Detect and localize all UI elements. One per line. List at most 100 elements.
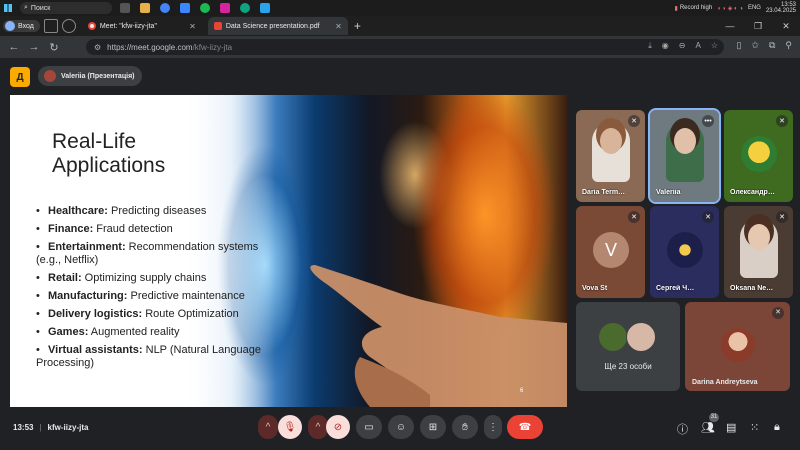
split-screen-icon[interactable]: ▯ xyxy=(736,40,741,51)
bullet-term: Manufacturing: xyxy=(48,290,128,302)
taskbar-search[interactable]: ⌕ Поиск xyxy=(20,2,112,14)
edge-icon[interactable] xyxy=(240,3,250,13)
bullet-term: Delivery logistics: xyxy=(48,308,143,320)
bullet-text: Predictive maintenance xyxy=(127,290,245,302)
new-tab-icon[interactable]: + xyxy=(354,19,361,33)
bullet-continuation: Processing) xyxy=(36,357,95,369)
activities-icon[interactable]: ⁙ xyxy=(750,421,759,434)
instagram-icon[interactable] xyxy=(220,3,230,13)
profile-label: Вход xyxy=(18,22,34,30)
zoom-icon[interactable]: ⊖ xyxy=(679,41,686,51)
minimize-icon[interactable]: — xyxy=(716,16,744,36)
meeting-info: 13:53 | kfw-iizy-jta xyxy=(13,423,88,432)
more-participants-label: Ще 23 особи xyxy=(604,362,652,371)
chrome-icon[interactable] xyxy=(160,3,170,13)
meeting-info-icon[interactable]: ⓘ xyxy=(677,421,688,437)
tray-icons[interactable]: ◖ ◗ ◈ ◐ ◑ xyxy=(717,5,743,12)
close-window-icon[interactable]: ✕ xyxy=(772,16,800,36)
tab-meet[interactable]: Meet: "kfw-iizy-jta" ✕ xyxy=(82,17,202,35)
favorites-icon[interactable]: ✩ xyxy=(751,40,759,51)
file-explorer-icon[interactable] xyxy=(140,3,150,13)
thermometer-icon: ▮ xyxy=(674,5,678,12)
participant-name: Олександр… xyxy=(730,189,775,196)
people-icon[interactable]: 👥︎ xyxy=(701,421,715,434)
camera-off-icon: ⊘ xyxy=(333,421,343,433)
workspaces-icon[interactable] xyxy=(43,19,58,33)
more-options-icon[interactable]: ••• xyxy=(702,115,714,127)
audio-options-button[interactable]: ^ xyxy=(258,415,278,439)
tab-title: Meet: "kfw-iizy-jta" xyxy=(99,22,157,30)
present-button[interactable]: ⊞ xyxy=(420,415,446,439)
bullet-item: Manufacturing: Predictive maintenance xyxy=(36,290,298,303)
chat-icon[interactable]: ▤ xyxy=(726,421,736,434)
participant-tile-active[interactable]: ••• Valeriia xyxy=(648,108,721,204)
participant-tile[interactable]: ✕ Daria Term… xyxy=(576,110,645,202)
back-icon[interactable]: ← xyxy=(4,41,24,53)
telegram-icon[interactable] xyxy=(260,3,270,13)
profile-button[interactable]: Вход xyxy=(3,20,40,32)
camera-toggle-button[interactable]: ⊘ xyxy=(326,415,350,439)
maximize-icon[interactable]: ❐ xyxy=(744,16,772,36)
bookmark-star-icon[interactable]: ☆ xyxy=(711,41,718,51)
mic-off-icon: ✕ xyxy=(776,115,788,127)
more-options-button[interactable]: ⋮ xyxy=(484,415,502,439)
participant-avatar xyxy=(721,328,755,362)
address-bar-row: ← → ↻ ⚙ https://meet.google.com/kfw-iizy… xyxy=(0,36,800,58)
participant-avatar xyxy=(741,136,777,172)
slide-bullet-list: Healthcare: Predicting diseases Finance:… xyxy=(36,205,298,375)
download-icon[interactable]: ⤓ xyxy=(648,41,652,51)
record-indicator[interactable]: ▮ Record high xyxy=(675,5,713,12)
clock[interactable]: 13:53 23.04.2025 xyxy=(766,2,796,14)
windows-start-button[interactable] xyxy=(0,0,16,16)
hangup-icon: ☎ xyxy=(518,421,532,433)
forward-icon[interactable]: → xyxy=(24,41,44,53)
site-info-icon[interactable]: ⚙ xyxy=(94,43,101,52)
video-options-button[interactable]: ^ xyxy=(308,415,328,439)
close-tab-icon[interactable]: ✕ xyxy=(335,22,342,31)
captions-button[interactable]: ▭ xyxy=(356,415,382,439)
record-label: Record high xyxy=(679,5,713,11)
meeting-controls-bar: 13:53 | kfw-iizy-jta ^ 🎙︎ ^ ⊘ ▭ ☺ ⊞ ✋︎ ⋮… xyxy=(0,410,800,450)
host-controls-icon[interactable]: 🔒︎ xyxy=(774,421,780,434)
collections-icon[interactable]: ⧉ xyxy=(769,40,775,51)
participant-tile[interactable]: ✕ Darina Andreytseva xyxy=(685,302,790,391)
presenter-chip[interactable]: Valeriia (Презентація) xyxy=(38,66,142,86)
extensions-icon[interactable]: ⚲ xyxy=(785,40,792,51)
language-indicator[interactable]: ENG xyxy=(748,5,761,11)
participant-avatar xyxy=(598,322,628,352)
reactions-button[interactable]: ☺ xyxy=(388,415,414,439)
bullet-term: Healthcare: xyxy=(48,205,108,217)
reload-icon[interactable]: ↻ xyxy=(44,41,64,54)
mic-off-icon: ✕ xyxy=(628,211,640,223)
participant-tile[interactable]: ✕ Сергей Ч… xyxy=(650,206,719,298)
bullet-term: Virtual assistants: xyxy=(48,344,143,356)
url-input[interactable]: ⚙ https://meet.google.com/kfw-iizy-jta ⤓… xyxy=(86,39,724,55)
more-participants-tile[interactable]: Ще 23 особи xyxy=(576,302,680,391)
hand-icon: ✋︎ xyxy=(462,421,468,433)
participant-name: Darina Andreytseva xyxy=(692,379,758,386)
presenter-avatar xyxy=(44,70,56,82)
tab-actions-icon[interactable] xyxy=(61,19,76,33)
mic-off-icon: ✕ xyxy=(772,307,784,319)
translate-icon[interactable]: A xyxy=(695,41,700,51)
leave-call-button[interactable]: ☎ xyxy=(507,415,543,439)
participant-face xyxy=(674,128,696,154)
task-view-icon[interactable] xyxy=(120,3,130,13)
bullet-text: Recommendation systems xyxy=(125,241,259,253)
meet-header: Д Valeriia (Презентація) xyxy=(0,58,800,96)
participant-tile[interactable]: V ✕ Vova St xyxy=(576,206,645,298)
participant-tile[interactable]: ✕ Oksana Ne… xyxy=(724,206,793,298)
microphone-toggle-button[interactable]: 🎙︎ xyxy=(278,415,302,439)
windows-taskbar: ⌕ Поиск ▮ Record high ◖ ◗ ◈ ◐ ◑ ENG 13:5… xyxy=(0,0,800,16)
close-tab-icon[interactable]: ✕ xyxy=(189,22,196,31)
spotify-icon[interactable] xyxy=(200,3,210,13)
participant-tile[interactable]: ✕ Олександр… xyxy=(724,110,793,202)
chevron-up-icon: ^ xyxy=(265,421,271,433)
app-icon[interactable] xyxy=(180,3,190,13)
slide-page-number: 6 xyxy=(520,388,524,394)
site-permission-icon[interactable]: ◉ xyxy=(662,41,669,51)
raise-hand-button[interactable]: ✋︎ xyxy=(452,415,478,439)
tab-pdf[interactable]: Data Science presentation.pdf ✕ xyxy=(207,17,348,35)
search-icon: ⌕ xyxy=(24,4,28,11)
profile-avatar xyxy=(5,21,15,31)
